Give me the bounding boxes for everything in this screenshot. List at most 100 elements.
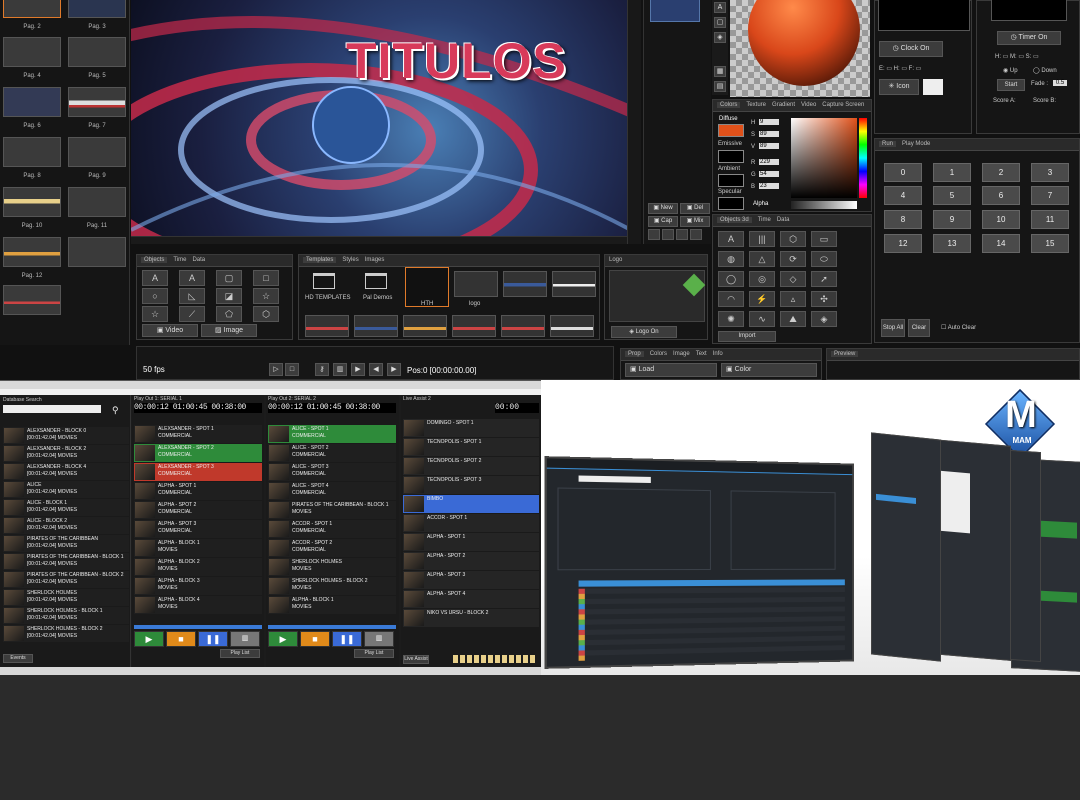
list-item[interactable]: DOMINGO - SPOT 1 <box>403 419 539 437</box>
run-button-12[interactable]: 12 <box>884 234 922 253</box>
capsule-icon[interactable]: ⬭ <box>811 251 837 267</box>
page-thumb[interactable] <box>3 37 61 67</box>
tab-play-mode[interactable]: Play Mode <box>902 141 930 147</box>
list-item[interactable]: TECNOPOLIS - SPOT 1 <box>403 438 539 456</box>
layer-tool-button[interactable] <box>676 229 688 240</box>
spring-icon[interactable]: ⚡ <box>749 291 775 307</box>
image-button[interactable]: ▨ Image <box>201 324 257 337</box>
live-assist-button[interactable]: Live Assist <box>403 655 429 664</box>
arrow-icon[interactable]: ➚ <box>811 271 837 287</box>
list-item[interactable]: ALPHA - SPOT 3 COMMERCIAL <box>134 520 262 538</box>
run-button-2[interactable]: 2 <box>982 163 1020 182</box>
hue-slider[interactable] <box>859 118 867 198</box>
ring-icon[interactable]: ◯ <box>718 271 744 287</box>
star-outline-icon[interactable]: ☆ <box>142 306 168 322</box>
h-value-field[interactable]: 9 <box>759 119 779 125</box>
run-button-7[interactable]: 7 <box>1031 186 1069 205</box>
grid-tool-icon[interactable]: ▦ <box>714 66 726 77</box>
skip-button[interactable]: ▥ <box>364 631 394 647</box>
page-thumb[interactable] <box>68 237 126 267</box>
skip-button[interactable]: ▥ <box>230 631 260 647</box>
layer-tool-button[interactable] <box>690 229 702 240</box>
list-item[interactable]: ALPHA - SPOT 2 <box>403 552 539 570</box>
list-item[interactable]: ALICE - BLOCK 1 [00:01:42.04] MOVIES <box>3 499 129 516</box>
page-thumb[interactable] <box>68 0 126 18</box>
page-thumb[interactable] <box>3 285 61 315</box>
list-item[interactable]: ALICE - SPOT 4 COMMERCIAL <box>268 482 396 500</box>
template-thumb[interactable] <box>452 315 496 337</box>
up-radio[interactable]: ◉ Up <box>1003 67 1018 74</box>
clock-on-button[interactable]: ◷ Clock On <box>879 41 943 57</box>
template-thumb[interactable] <box>501 315 545 337</box>
rect-icon[interactable]: □ <box>253 270 279 286</box>
play-button[interactable]: ▶ <box>134 631 164 647</box>
circle-icon[interactable]: ○ <box>142 288 168 304</box>
run-button-15[interactable]: 15 <box>1031 234 1069 253</box>
template-thumb[interactable] <box>550 315 594 337</box>
pentagon-icon[interactable]: ⬠ <box>216 306 242 322</box>
tab-texture[interactable]: Texture <box>746 102 766 108</box>
list-item[interactable]: SHERLOCK HOLMES - BLOCK 1 [00:01:42.04] M… <box>3 607 129 624</box>
cube-tool-icon[interactable]: ▢ <box>714 17 726 28</box>
tab-gradient[interactable]: Gradient <box>772 102 795 108</box>
clear-button[interactable]: Clear <box>908 319 930 337</box>
list-item[interactable]: ALPHA - SPOT 3 <box>403 571 539 589</box>
stop-button[interactable]: ❚❚ <box>198 631 228 647</box>
tab-objects3d[interactable]: Objects 3d <box>717 217 752 223</box>
cone-icon[interactable]: △ <box>749 251 775 267</box>
save-tool-icon[interactable]: ▤ <box>714 81 726 92</box>
import-button[interactable]: Import <box>718 331 776 342</box>
page-thumb[interactable] <box>68 137 126 167</box>
video-button[interactable]: ▣ Video <box>142 324 198 337</box>
template-thumb[interactable] <box>354 315 398 337</box>
run-button-13[interactable]: 13 <box>933 234 971 253</box>
list-item[interactable]: SHERLOCK HOLMES [00:01:42.04] MOVIES <box>3 589 129 606</box>
list-item[interactable]: ALPHA - SPOT 1 <box>403 533 539 551</box>
tab-time[interactable]: Time <box>758 217 771 223</box>
play-list-button[interactable]: Play List <box>354 649 394 658</box>
list-item[interactable]: ALEXSANDER - BLOCK 0 [00:01:42.04] MOVIES <box>3 427 129 444</box>
icon-swatch[interactable] <box>923 79 943 95</box>
mountain-icon[interactable]: ⛰ <box>780 311 806 327</box>
gear3d-icon[interactable]: ✺ <box>718 311 744 327</box>
list-item[interactable]: TECNOPOLIS - SPOT 3 <box>403 476 539 494</box>
box-tool-icon[interactable]: ◈ <box>714 32 726 43</box>
template-thumb[interactable] <box>552 271 596 297</box>
list-item[interactable]: ALPHA - BLOCK 1 MOVIES <box>268 596 396 614</box>
page-thumb[interactable] <box>3 187 61 217</box>
folder-icon[interactable] <box>313 273 335 289</box>
template-thumb[interactable] <box>503 271 547 297</box>
rotate-icon[interactable]: ⟳ <box>780 251 806 267</box>
end-key-icon[interactable]: ▶ <box>387 363 401 376</box>
list-item[interactable]: ALICE - SPOT 1 COMMERCIAL <box>268 425 396 443</box>
list-item[interactable]: ALICE - SPOT 3 COMMERCIAL <box>268 463 396 481</box>
text3d-icon[interactable]: A <box>718 231 744 247</box>
v-value-field[interactable]: 89 <box>759 143 779 149</box>
play-icon[interactable]: ▷ <box>269 363 283 376</box>
tab-run[interactable]: Run <box>879 141 897 147</box>
s-value-field[interactable]: 89 <box>759 131 779 137</box>
r-value-field[interactable]: 229 <box>759 159 779 165</box>
list-item[interactable]: TECNOPOLIS - SPOT 2 <box>403 457 539 475</box>
del-button[interactable]: ▣ Del <box>680 203 710 214</box>
prev-key-icon[interactable]: ◀ <box>369 363 383 376</box>
tab-colors[interactable]: Colors <box>717 102 741 108</box>
list-item[interactable]: ALICE - SPOT 2 COMMERCIAL <box>268 444 396 462</box>
stop-all-button[interactable]: Stop All <box>881 319 905 337</box>
bars-icon[interactable]: ||| <box>749 231 775 247</box>
cylinder-icon[interactable]: ▭ <box>811 231 837 247</box>
list-item[interactable]: ALICE [00:01:42.04] MOVIES <box>3 481 129 498</box>
list-item[interactable]: ALPHA - SPOT 2 COMMERCIAL <box>134 501 262 519</box>
ambient-swatch[interactable] <box>718 174 744 187</box>
template-thumb[interactable] <box>305 315 349 337</box>
text-box-icon[interactable]: A <box>179 270 205 286</box>
mam-search-input[interactable] <box>578 475 651 484</box>
page-thumb[interactable] <box>3 0 61 18</box>
run-button-3[interactable]: 3 <box>1031 163 1069 182</box>
page-thumb[interactable] <box>3 137 61 167</box>
list-item[interactable]: SHERLOCK HOLMES - BLOCK 2 MOVIES <box>268 577 396 595</box>
line-tool-icon[interactable]: ⟋ <box>179 306 205 322</box>
arc-icon[interactable]: ◠ <box>718 291 744 307</box>
tab-templates[interactable]: Templates <box>303 257 337 263</box>
run-button-0[interactable]: 0 <box>884 163 922 182</box>
